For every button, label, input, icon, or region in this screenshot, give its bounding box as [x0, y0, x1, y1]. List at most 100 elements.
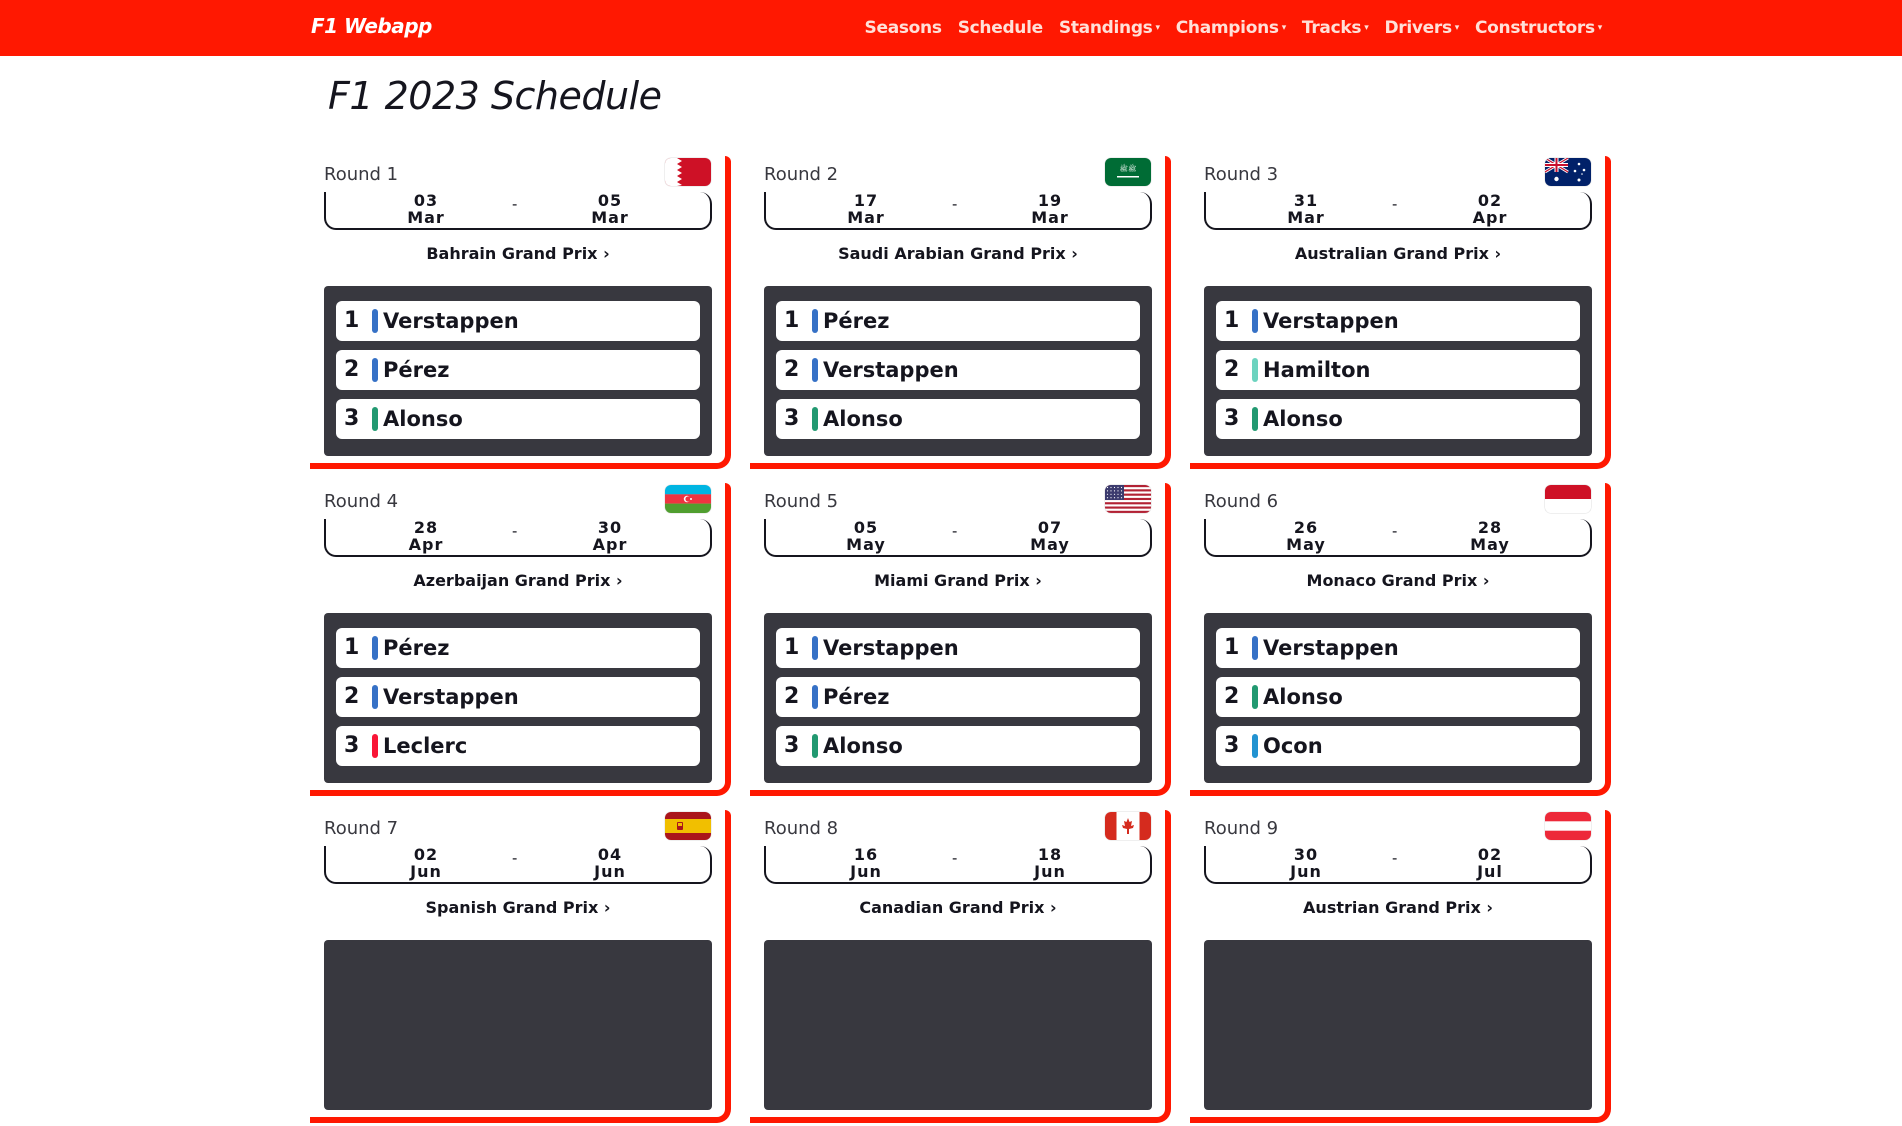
- start-month: May: [1286, 535, 1326, 554]
- nav-label: Schedule: [957, 18, 1043, 38]
- nav-label: Tracks: [1301, 18, 1362, 38]
- driver-name: Alonso: [1263, 685, 1343, 709]
- podium: 1 Verstappen 2 Pérez 3 Alonso: [764, 613, 1152, 783]
- podium-row[interactable]: 1 Verstappen: [776, 628, 1140, 668]
- podium-row[interactable]: 1 Pérez: [776, 301, 1140, 341]
- round-label: Round 5: [764, 491, 839, 512]
- team-color-bar: [812, 358, 818, 382]
- race-link[interactable]: Australian Grand Prix ›: [1204, 244, 1592, 263]
- position: 2: [784, 357, 800, 382]
- date-separator: -: [512, 196, 518, 213]
- driver-name: Alonso: [383, 407, 463, 431]
- date-range: 05 May -07 May: [764, 519, 1152, 557]
- podium-row[interactable]: 3 Ocon: [1216, 726, 1580, 766]
- nav-tracks[interactable]: Tracks ▾: [1302, 18, 1369, 38]
- race-link[interactable]: Spanish Grand Prix ›: [324, 898, 712, 917]
- race-link[interactable]: Miami Grand Prix ›: [764, 571, 1152, 590]
- round-label: Round 1: [324, 164, 399, 185]
- position: 1: [784, 308, 800, 333]
- podium-row[interactable]: 1 Verstappen: [336, 301, 700, 341]
- caret-down-icon: ▾: [1281, 23, 1287, 33]
- podium: 1 Verstappen 2 Alonso 3 Ocon: [1204, 613, 1592, 783]
- date-range: 02 Jun -04 Jun: [324, 846, 712, 884]
- podium-row[interactable]: 3 Alonso: [776, 726, 1140, 766]
- podium-row[interactable]: 1 Pérez: [336, 628, 700, 668]
- start-month: Apr: [408, 535, 444, 554]
- start-date: 02 Jun: [386, 846, 466, 880]
- race-link[interactable]: Bahrain Grand Prix ›: [324, 244, 712, 263]
- driver-name: Verstappen: [823, 636, 959, 660]
- end-month: Mar: [591, 208, 629, 227]
- round-label: Round 3: [1204, 164, 1279, 185]
- podium-row[interactable]: 1 Verstappen: [1216, 301, 1580, 341]
- race-link[interactable]: Azerbaijan Grand Prix ›: [324, 571, 712, 590]
- round-card: Round 7 02 Jun -04 Jun Spanish Grand Prix ›: [310, 810, 731, 1126]
- end-day: 02: [1477, 845, 1503, 864]
- nav-seasons[interactable]: Seasons: [865, 18, 942, 38]
- saudi-arabia-flag-icon: ﷺﷺ: [1105, 158, 1151, 186]
- nav-links: Seasons Schedule Standings ▾ Champions ▾ Track…: [865, 0, 1603, 56]
- round-card: Round 4 28 Apr -30 Apr Azerbaijan Grand Prix …: [310, 483, 731, 799]
- nav-standings[interactable]: Standings ▾: [1059, 18, 1160, 38]
- end-date: 07 May: [1010, 519, 1090, 553]
- driver-name: Verstappen: [823, 358, 959, 382]
- podium-row[interactable]: 2 Verstappen: [776, 350, 1140, 390]
- podium-row[interactable]: 3 Alonso: [776, 399, 1140, 439]
- driver-name: Verstappen: [1263, 309, 1399, 333]
- podium-row[interactable]: 2 Hamilton: [1216, 350, 1580, 390]
- spain-flag-icon: [665, 812, 711, 840]
- round-card: Round 3 31 Mar -02 Apr Australian Grand Prix …: [1190, 156, 1611, 472]
- start-month: Mar: [1287, 208, 1325, 227]
- nav-label: Standings: [1058, 18, 1153, 38]
- usa-flag-icon: [1105, 485, 1151, 513]
- round-card: Round 1 03 Mar -05 Mar Bahrain Grand Prix › 1 V…: [310, 156, 731, 472]
- schedule-grid: Round 1 03 Mar -05 Mar Bahrain Grand Prix › 1 V…: [310, 156, 1630, 1126]
- end-day: 28: [1477, 518, 1503, 537]
- date-separator: -: [1392, 523, 1398, 540]
- date-separator: -: [952, 523, 958, 540]
- caret-down-icon: ▾: [1364, 23, 1369, 33]
- end-date: 19 Mar: [1010, 192, 1090, 226]
- end-month: Mar: [1031, 208, 1069, 227]
- nav-drivers[interactable]: Drivers ▾: [1384, 18, 1459, 38]
- podium-row[interactable]: 3 Leclerc: [336, 726, 700, 766]
- podium-row[interactable]: 2 Pérez: [336, 350, 700, 390]
- end-month: May: [1030, 535, 1070, 554]
- driver-name: Pérez: [383, 358, 450, 382]
- team-color-bar: [1252, 358, 1258, 382]
- round-card: Round 2 ﷺﷺ 17 Mar -19 Mar Saudi Arabian Grand …: [750, 156, 1171, 472]
- round-label: Round 7: [324, 818, 399, 839]
- race-link[interactable]: Canadian Grand Prix ›: [764, 898, 1152, 917]
- race-link[interactable]: Saudi Arabian Grand Prix ›: [764, 244, 1152, 263]
- end-month: Apr: [592, 535, 628, 554]
- podium-row[interactable]: 2 Alonso: [1216, 677, 1580, 717]
- nav-schedule[interactable]: Schedule: [958, 18, 1043, 38]
- start-day: 17: [853, 191, 879, 210]
- race-link[interactable]: Monaco Grand Prix ›: [1204, 571, 1592, 590]
- podium-row[interactable]: 3 Alonso: [1216, 399, 1580, 439]
- podium: [1204, 940, 1592, 1110]
- end-day: 18: [1037, 845, 1063, 864]
- nav-champions[interactable]: Champions ▾: [1176, 18, 1287, 38]
- podium-row[interactable]: 2 Pérez: [776, 677, 1140, 717]
- nav-constructors[interactable]: Constructors ▾: [1475, 18, 1602, 38]
- position: 3: [784, 406, 800, 431]
- round-label: Round 4: [324, 491, 399, 512]
- end-date: 02 Jul: [1450, 846, 1530, 880]
- race-link[interactable]: Austrian Grand Prix ›: [1204, 898, 1592, 917]
- podium-row[interactable]: 3 Alonso: [336, 399, 700, 439]
- podium-row[interactable]: 1 Verstappen: [1216, 628, 1580, 668]
- position: 3: [1224, 733, 1240, 758]
- australia-flag-icon: [1545, 158, 1591, 186]
- team-color-bar: [1252, 685, 1258, 709]
- position: 2: [1224, 684, 1240, 709]
- end-month: May: [1470, 535, 1510, 554]
- podium-row[interactable]: 2 Verstappen: [336, 677, 700, 717]
- canada-flag-icon: [1105, 812, 1151, 840]
- date-separator: -: [512, 523, 518, 540]
- date-range: 03 Mar -05 Mar: [324, 192, 712, 230]
- azerbaijan-flag-icon: [665, 485, 711, 513]
- driver-name: Pérez: [823, 685, 890, 709]
- brand-logo[interactable]: F1 Webapp: [311, 14, 432, 38]
- position: 1: [784, 635, 800, 660]
